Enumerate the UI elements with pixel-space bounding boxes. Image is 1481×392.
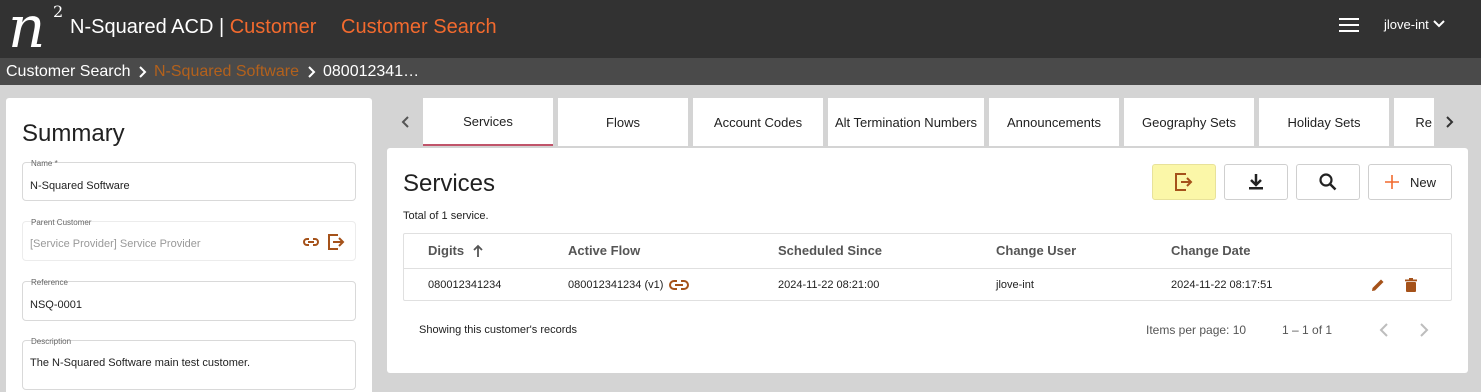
header-divider [404,268,1451,269]
tab-geography-sets[interactable]: Geography Sets [1124,98,1254,146]
services-panel: Services Total of 1 service. New Digits … [387,148,1468,373]
next-page-icon[interactable] [1418,322,1430,338]
description-value: The N-Squared Software main test custome… [30,357,251,369]
link-icon[interactable] [668,277,690,293]
link-icon[interactable] [302,234,320,250]
new-label: New [1409,174,1436,190]
logo-superscript: 2 [53,2,64,21]
parent-customer-value: [Service Provider] Service Provider [30,238,201,250]
reference-value: NSQ-0001 [30,299,82,311]
reference-field[interactable]: Reference NSQ-0001 [22,278,356,321]
page-range: 1 – 1 of 1 [1282,323,1333,337]
title-separator: | [218,16,225,38]
chevron-right-icon [139,66,147,78]
app-name: N-Squared ACD [70,16,214,38]
column-header-change-user[interactable]: Change User [996,243,1076,258]
name-field[interactable]: Name * N-Squared Software [22,159,356,201]
column-header-change-date[interactable]: Change Date [1171,243,1250,258]
cell-digits: 080012341234 [428,279,502,291]
parent-customer-field: Parent Customer [Service Provider] Servi… [22,218,356,261]
parent-customer-label: Parent Customer [31,218,92,227]
top-bar: n 2 N-Squared ACD | Customer Customer Se… [0,0,1481,58]
services-table: Digits Active Flow Scheduled Since Chang… [403,233,1452,301]
tab-holiday-sets[interactable]: Holiday Sets [1259,98,1389,146]
export-icon [1175,173,1193,191]
records-note: Showing this customer's records [419,324,577,336]
search-icon [1319,173,1337,191]
app-title: N-Squared ACD | Customer [70,16,316,39]
tab-partial[interactable]: Re [1394,98,1434,146]
tab-bar: Services Flows Account Codes Alt Termina… [386,98,1468,148]
chevron-right-icon[interactable] [1443,112,1457,132]
customer-search-link[interactable]: Customer Search [341,16,497,39]
tab-flows[interactable]: Flows [558,98,688,146]
user-menu[interactable]: jlove-int [1384,17,1429,32]
sort-ascending-icon[interactable] [472,244,484,258]
tab-alt-termination-numbers[interactable]: Alt Termination Numbers [828,98,984,146]
summary-panel: Summary Name * N-Squared Software Parent… [6,98,372,392]
cell-change-user: jlove-int [996,279,1034,291]
description-label: Description [31,337,72,346]
download-button[interactable] [1224,164,1288,200]
plus-icon [1384,175,1399,189]
edit-pencil-icon[interactable] [1370,277,1386,293]
tab-account-codes[interactable]: Account Codes [693,98,823,146]
cell-active-flow: 080012341234 (v1) [568,279,664,291]
cell-scheduled-since: 2024-11-22 08:21:00 [778,279,880,291]
n-squared-logo[interactable]: n 2 [8,0,68,61]
new-service-button[interactable]: New [1368,164,1452,200]
hamburger-menu-icon[interactable] [1339,18,1359,34]
reference-label: Reference [31,278,68,287]
name-value: N-Squared Software [30,180,130,192]
chevron-right-icon [308,66,316,78]
open-in-new-icon[interactable] [327,234,345,250]
export-button[interactable] [1152,164,1216,200]
name-label: Name * [31,159,58,168]
delete-trash-icon[interactable] [1403,277,1419,293]
column-header-digits[interactable]: Digits [428,243,464,258]
previous-page-icon[interactable] [1378,322,1390,338]
cell-change-date: 2024-11-22 08:17:51 [1171,279,1273,291]
column-header-active-flow[interactable]: Active Flow [568,243,640,258]
breadcrumb: Customer Search N-Squared Software 08001… [0,58,1481,85]
summary-title: Summary [22,120,125,147]
logo-letter: n [8,0,46,61]
chevron-left-icon[interactable] [398,112,412,132]
breadcrumb-customer[interactable]: N-Squared Software [154,63,299,81]
services-total: Total of 1 service. [403,210,489,222]
chevron-down-icon[interactable] [1432,17,1446,31]
column-header-scheduled-since[interactable]: Scheduled Since [778,243,882,258]
items-per-page[interactable]: Items per page: 10 [1146,323,1246,337]
breadcrumb-customer-search[interactable]: Customer Search [6,63,131,81]
description-field[interactable]: Description The N-Squared Software main … [22,337,356,390]
services-title: Services [403,170,496,197]
tab-announcements[interactable]: Announcements [989,98,1119,146]
tab-services[interactable]: Services [423,98,553,146]
breadcrumb-service: 080012341… [323,63,420,80]
section-name: Customer [229,16,317,38]
download-icon [1249,174,1263,190]
search-button[interactable] [1296,164,1360,200]
